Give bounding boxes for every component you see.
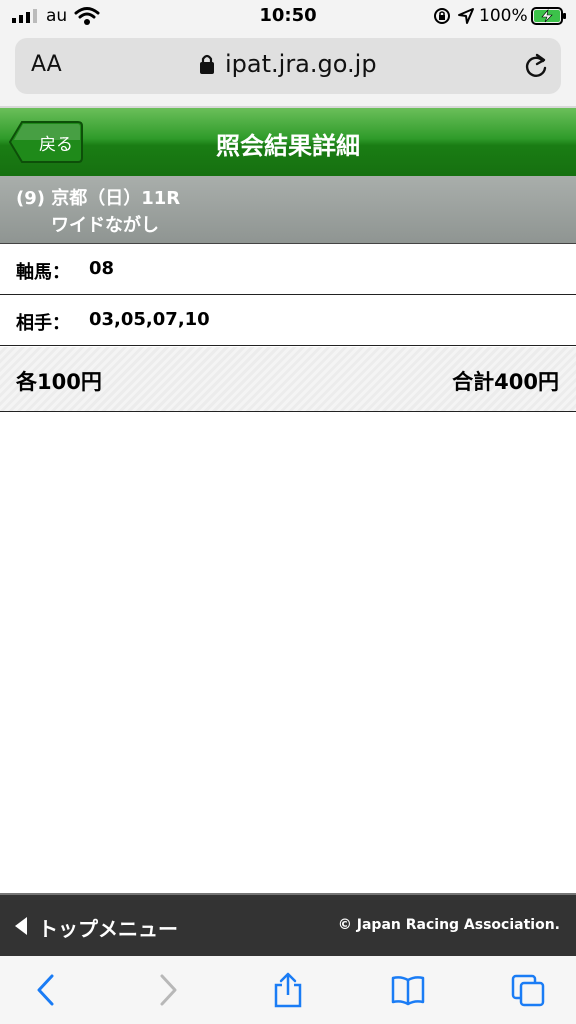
browser-toolbar [0, 956, 576, 1024]
page-footer: トップメニュー © Japan Racing Association. [0, 893, 576, 956]
text-size-button[interactable]: AA [31, 52, 62, 77]
amount-each: 各100円 [16, 370, 102, 394]
url-text[interactable]: ipat.jra.go.jp [225, 50, 377, 78]
back-icon[interactable] [30, 972, 64, 1008]
partner-horses-value: 03,05,07,10 [89, 309, 210, 330]
axis-horse-value: 08 [89, 258, 115, 279]
battery-percent: 100% [479, 6, 528, 26]
top-menu-label: トップメニュー [38, 917, 178, 941]
axis-horse-label: 軸馬： [16, 262, 70, 283]
share-icon[interactable] [271, 972, 305, 1008]
amount-summary: 各100円 合計400円 [0, 347, 576, 412]
reload-icon[interactable] [523, 52, 549, 80]
amount-total: 合計400円 [452, 370, 559, 394]
lock-icon [200, 54, 214, 74]
partner-horses-label: 相手： [16, 313, 70, 334]
tabs-icon[interactable] [511, 972, 545, 1008]
copyright-text: © Japan Racing Association. [337, 917, 560, 933]
left-triangle-icon [15, 917, 27, 935]
address-bar[interactable]: AA ipat.jra.go.jp [15, 38, 561, 94]
axis-horse-row: 軸馬： 08 [0, 244, 576, 295]
battery-charging-icon [531, 7, 566, 25]
race-info: (9) 京都（日）11R ワイドながし [0, 176, 576, 244]
page-title: 照会結果詳細 [216, 132, 360, 160]
rotation-lock-icon [434, 8, 450, 24]
partner-horses-row: 相手： 03,05,07,10 [0, 295, 576, 346]
location-arrow-icon [458, 8, 474, 24]
race-name: (9) 京都（日）11R [16, 188, 181, 209]
bet-type: ワイドながし [51, 215, 159, 236]
forward-icon[interactable] [150, 972, 184, 1008]
status-bar: au 10:50 100% [0, 0, 576, 32]
page-header: 戻る 照会結果詳細 [0, 106, 576, 176]
bookmarks-icon[interactable] [391, 972, 425, 1008]
browser-address-area: AA ipat.jra.go.jp [0, 32, 576, 106]
